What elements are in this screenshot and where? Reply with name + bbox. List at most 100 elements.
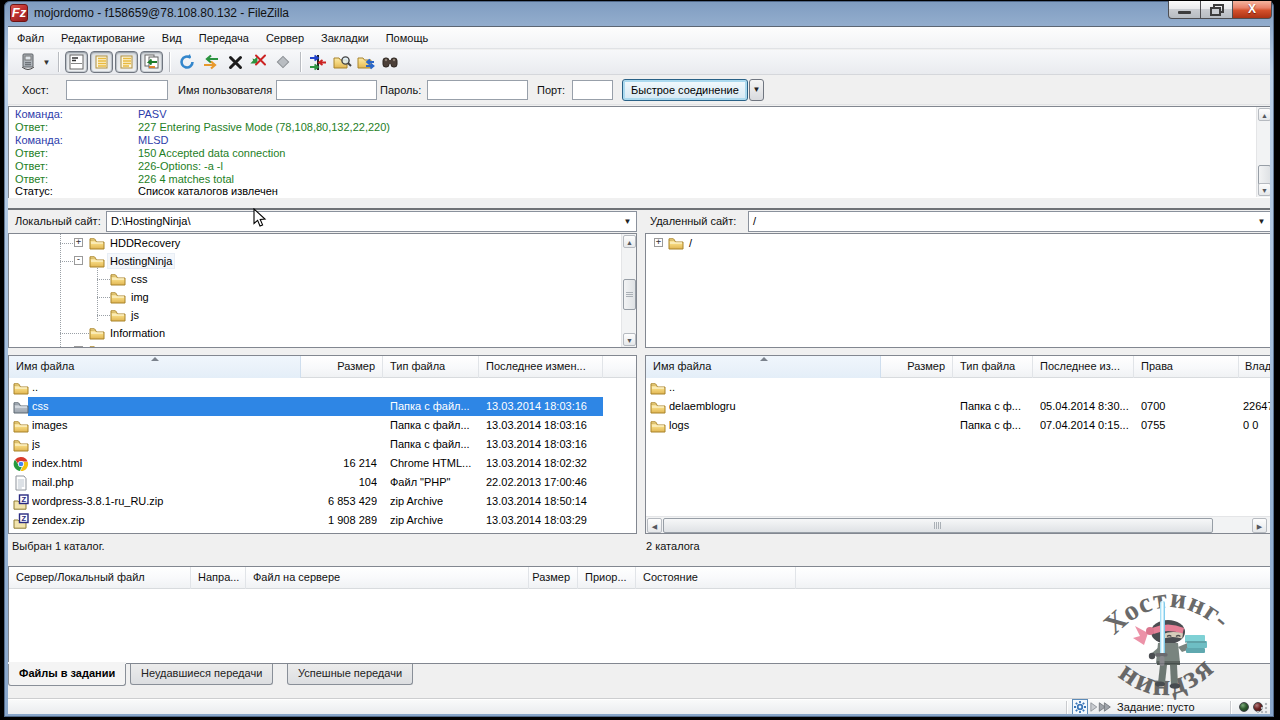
expand-icon[interactable] xyxy=(74,346,83,348)
scroll-thumb[interactable] xyxy=(623,279,636,310)
menu-item[interactable]: Сервер xyxy=(258,29,312,47)
tree-item-label[interactable]: HDDRecovery xyxy=(108,236,182,250)
menu-item[interactable]: Редактирование xyxy=(53,29,153,47)
column-header-modified[interactable]: Последнее из... xyxy=(1033,356,1134,378)
quickconnect-dropdown[interactable]: ▼ xyxy=(749,79,764,101)
quickconnect-button[interactable]: Быстрое соединение xyxy=(622,79,748,101)
tab-failed-transfers[interactable]: Неудавшиеся передачи xyxy=(130,664,273,685)
column-header-size[interactable]: Размер xyxy=(529,567,578,589)
tab-successful-transfers[interactable]: Успешные передачи xyxy=(287,664,413,685)
menu-item[interactable]: Передача xyxy=(191,29,257,47)
tree-item-label[interactable]: HostingNinja xyxy=(108,254,174,268)
local-site-combo[interactable]: D:\HostingNinja\ ▼ xyxy=(106,211,637,232)
remote-site-combo[interactable]: / ▼ xyxy=(748,211,1270,232)
minimize-button[interactable] xyxy=(1168,1,1201,19)
menu-item[interactable]: Файл xyxy=(9,29,52,47)
log-scrollbar[interactable]: ▲ ▼ xyxy=(1256,107,1270,197)
tree-item-label[interactable]: css xyxy=(129,272,150,286)
scroll-up-icon[interactable]: ▲ xyxy=(623,235,636,248)
column-header-server-local-file[interactable]: Сервер/Локальный файл xyxy=(9,567,191,589)
file-type: Папка с ф... xyxy=(960,416,1032,435)
file-row[interactable]: .. xyxy=(9,378,636,397)
log-line-label: Ответ: xyxy=(15,173,138,186)
remote-list-hscrollbar[interactable]: ◀ ▶ xyxy=(646,516,1270,533)
host-input[interactable] xyxy=(66,80,168,100)
maximize-button[interactable] xyxy=(1200,1,1233,19)
tree-item-label[interactable]: img xyxy=(129,290,151,304)
column-header-priority[interactable]: Приор... xyxy=(578,567,636,589)
reconnect-button[interactable] xyxy=(271,51,295,73)
column-header-name[interactable]: Имя файла xyxy=(646,356,881,378)
file-row[interactable]: mail.php104Файл "PHP"22.02.2013 17:00:46 xyxy=(9,473,636,492)
tree-item-label[interactable]: / xyxy=(687,236,694,250)
column-header-remote-file[interactable]: Файл на сервере xyxy=(246,567,529,589)
file-row[interactable]: index.html16 214Chrome HTML...13.03.2014… xyxy=(9,454,636,473)
resize-grip[interactable] xyxy=(1256,702,1268,714)
tree-item-label[interactable]: Information xyxy=(108,326,167,340)
site-manager-button[interactable] xyxy=(16,51,40,73)
tree-item-label[interactable]: OpenServer xyxy=(108,344,171,348)
username-input[interactable] xyxy=(276,80,377,100)
filename-filters-button[interactable] xyxy=(330,51,354,73)
scroll-right-icon[interactable]: ▶ xyxy=(1252,518,1267,533)
column-header-permissions[interactable]: Права xyxy=(1134,356,1239,378)
column-header-size[interactable]: Размер xyxy=(881,356,953,378)
splitter-log-panels[interactable] xyxy=(8,198,1270,210)
site-manager-dropdown[interactable]: ▼ xyxy=(40,51,53,73)
local-tree-scrollbar[interactable]: ▲ ▼ xyxy=(621,234,636,347)
tab-queued-files[interactable]: Файлы в задании xyxy=(8,664,126,686)
file-row[interactable]: wordpress-3.8.1-ru_RU.zip6 853 429zip Ar… xyxy=(9,492,636,511)
toggle-local-tree-button[interactable] xyxy=(90,51,113,73)
menu-item[interactable]: Вид xyxy=(154,29,190,47)
toggle-remote-tree-button[interactable] xyxy=(115,51,138,73)
file-row[interactable]: imagesПапка с файл...13.03.2014 18:03:16 xyxy=(9,416,636,435)
scroll-left-icon[interactable]: ◀ xyxy=(647,518,662,533)
refresh-button[interactable] xyxy=(175,51,199,73)
column-header-modified[interactable]: Последнее измен... xyxy=(479,356,603,378)
file-row[interactable]: delaemblogruПапка с ф...05.04.2014 8:30.… xyxy=(646,397,1270,416)
scroll-thumb[interactable] xyxy=(1258,165,1270,185)
combo-arrow-icon[interactable]: ▼ xyxy=(1254,213,1269,230)
combo-arrow-icon[interactable]: ▼ xyxy=(620,213,635,230)
column-header-type[interactable]: Тип файла xyxy=(953,356,1033,378)
column-header-status[interactable]: Состояние xyxy=(636,567,796,589)
file-modified: 13.03.2014 18:03:16 xyxy=(486,416,606,435)
file-row[interactable]: logsПапка с ф...07.04.2014 0:15...07550 … xyxy=(646,416,1270,435)
password-input[interactable] xyxy=(427,80,528,100)
file-owner: 0 0 xyxy=(1243,416,1270,435)
synchronized-browsing-button[interactable] xyxy=(354,51,378,73)
scroll-down-icon[interactable]: ▼ xyxy=(623,333,636,346)
sort-ascending-icon xyxy=(151,357,159,361)
file-row[interactable]: jsПапка с файл...13.03.2014 18:03:16 xyxy=(9,435,636,454)
folder-icon xyxy=(89,326,105,340)
column-header-type[interactable]: Тип файла xyxy=(383,356,479,378)
file-row[interactable]: zendex.zip1 908 289zip Archive13.03.2014… xyxy=(9,511,636,530)
collapse-icon[interactable] xyxy=(74,256,83,265)
tree-item-label[interactable]: js xyxy=(129,308,141,322)
toggle-message-log-button[interactable] xyxy=(65,51,88,73)
queue-settings-button[interactable] xyxy=(1072,699,1088,714)
toggle-queue-button[interactable] xyxy=(140,51,163,73)
queue-process-icons[interactable] xyxy=(1090,701,1112,713)
find-files-button[interactable] xyxy=(378,51,402,73)
file-row[interactable]: cssПапка с файл...13.03.2014 18:03:16 xyxy=(9,397,636,416)
menu-item[interactable]: Закладки xyxy=(313,29,377,47)
port-input[interactable] xyxy=(572,80,613,100)
menu-item[interactable]: Помощь xyxy=(378,29,437,47)
column-header-owner[interactable]: Владе xyxy=(1239,356,1270,378)
file-row[interactable]: .. xyxy=(646,378,1270,397)
disconnect-button[interactable] xyxy=(247,51,271,73)
scroll-up-icon[interactable]: ▲ xyxy=(1258,108,1270,121)
log-line: Ответ:227 Entering Passive Mode (78,108,… xyxy=(15,121,1270,134)
column-header-name[interactable]: Имя файла xyxy=(9,356,301,378)
expand-icon[interactable] xyxy=(74,238,83,247)
process-queue-button[interactable] xyxy=(199,51,223,73)
expand-icon[interactable] xyxy=(654,238,663,247)
close-button[interactable]: X xyxy=(1232,1,1272,19)
column-header-direction[interactable]: Напра... xyxy=(191,567,246,589)
scroll-thumb[interactable] xyxy=(663,518,1213,533)
cancel-button[interactable] xyxy=(223,51,247,73)
scroll-down-icon[interactable]: ▼ xyxy=(1258,183,1270,196)
directory-comparison-button[interactable] xyxy=(306,51,330,73)
column-header-size[interactable]: Размер xyxy=(301,356,383,378)
